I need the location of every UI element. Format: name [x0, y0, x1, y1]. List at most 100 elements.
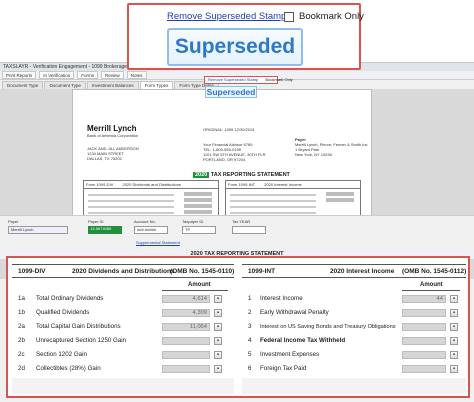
int-row-detail-button[interactable]: ▪: [450, 337, 458, 345]
int-row-label: Federal Income Tax Withheld: [260, 337, 346, 344]
zoom-callout-forms: 1099-DIV 2020 Dividends and Distribution…: [6, 256, 470, 398]
div-row-detail-button[interactable]: ▪: [214, 295, 222, 303]
notes-button[interactable]: Notes: [126, 71, 147, 79]
div-row-label: Qualified Dividends: [36, 309, 90, 316]
int-row-amount[interactable]: [402, 323, 446, 331]
int-row-label: Foreign Tax Paid: [260, 365, 307, 372]
int-row-amount[interactable]: [402, 365, 446, 373]
year-badge: 2020: [193, 172, 210, 178]
div-more-rows: [12, 378, 234, 394]
tab-investment-balances[interactable]: Investment Balances: [86, 81, 139, 89]
div-row-amount[interactable]: [162, 351, 210, 359]
review-button[interactable]: Review: [101, 71, 124, 79]
div-amount-label: Amount: [188, 282, 211, 288]
original-line: ORIGINAL: 1099 12/30/2019: [203, 127, 255, 132]
div-row: 2a Total Capital Gain Distributions 11,0…: [12, 322, 234, 332]
int-row-num: 2: [248, 309, 252, 316]
int-row-detail-button[interactable]: ▪: [450, 365, 458, 373]
div-row: 1b Qualified Dividends 4,309 ▪: [12, 308, 234, 318]
int-row: 2 Early Withdrawal Penalty ▪: [242, 308, 466, 318]
div-row: 1a Total Ordinary Dividends 4,614 ▪: [12, 294, 234, 304]
div-row: 2b Unrecaptured Section 1250 Gain ▪: [12, 336, 234, 346]
print-reports-button[interactable]: Print Reports: [2, 71, 37, 79]
superseded-stamp: Superseded: [167, 28, 303, 66]
payer-id-input[interactable]: 13-5674085: [88, 226, 122, 234]
int-row-num: 6: [248, 365, 252, 372]
div-row-label: Total Capital Gain Distributions: [36, 323, 121, 330]
int-amount-label: Amount: [420, 282, 443, 288]
int-row-amount[interactable]: 44: [402, 295, 446, 303]
div-row-detail-button[interactable]: ▪: [214, 323, 222, 331]
div-row-label: Collectibles (28%) Gain: [36, 365, 101, 372]
int-summary-form: Form 1099-INT: [228, 182, 256, 187]
div-row-detail-button[interactable]: ▪: [214, 351, 222, 359]
int-row-detail-button[interactable]: ▪: [450, 295, 458, 303]
div-row-label: Section 1202 Gain: [36, 351, 87, 358]
int-header: 1099-INT 2020 Interest Income (OMB No. 1…: [242, 264, 466, 278]
div-row-num: 1a: [18, 295, 25, 302]
payer-line: New York, NY 10036: [295, 152, 332, 157]
statement-heading: 2020 TAX REPORTING STATEMENT: [193, 172, 290, 178]
forms-button[interactable]: Forms: [77, 71, 99, 79]
tab-form-types[interactable]: Form Types: [139, 81, 174, 89]
int-omb: (OMB No. 1545-0112): [402, 267, 467, 275]
div-row-amount[interactable]: [162, 365, 210, 373]
supplemental-link[interactable]: Supplemental Statement: [136, 240, 180, 245]
div-row-num: 2a: [18, 323, 25, 330]
div-row-detail-button[interactable]: ▪: [214, 309, 222, 317]
int-row-detail-button[interactable]: ▪: [450, 351, 458, 359]
int-row-label: Interest Income: [260, 295, 303, 302]
tax-year-input[interactable]: [232, 226, 266, 234]
recipient-addr2: DALLAS, TX 75202: [87, 156, 122, 161]
int-title: 2020 Interest Income: [330, 267, 395, 275]
int-row-num: 3: [248, 323, 252, 330]
int-row-num: 1: [248, 295, 252, 302]
mini-toolbar: Remove Superseded Stamp Bookmark Only: [204, 76, 293, 84]
div-summary-form: Form 1099-DIV: [86, 182, 114, 187]
mini-remove-link[interactable]: Remove Superseded Stamp: [208, 77, 258, 82]
int-form-label: 1099-INT: [248, 267, 276, 275]
int-row: 6 Foreign Tax Paid ▪: [242, 364, 466, 374]
int-row: 4 Federal Income Tax Withheld ▪: [242, 336, 466, 346]
advisor-line: PORTLAND, OR 97204: [203, 157, 246, 162]
in-verification-button[interactable]: In Verification: [39, 71, 75, 79]
div-row-amount[interactable]: 4,309: [162, 309, 210, 317]
div-row-num: 2b: [18, 337, 25, 344]
div-summary-title: 2020 Dividends and Distributions: [122, 182, 181, 187]
div-row-detail-button[interactable]: ▪: [214, 337, 222, 345]
payer-dropdown[interactable]: Merrill Lynch: [8, 226, 68, 234]
int-row-label: Investment Expenses: [260, 351, 320, 358]
div-row-amount[interactable]: 11,064: [162, 323, 210, 331]
div-row-label: Total Ordinary Dividends: [36, 295, 104, 302]
div-row-num: 1b: [18, 309, 25, 316]
taxpayer-label: Taxpayer ID: [182, 219, 204, 224]
account-input[interactable]: ###-#####: [134, 226, 168, 234]
div-row-num: 2d: [18, 365, 25, 372]
int-row-num: 4: [248, 337, 252, 344]
div-panel: 1099-DIV 2020 Dividends and Distribution…: [12, 264, 234, 394]
int-row: 1 Interest Income 44 ▪: [242, 294, 466, 304]
bookmark-only-checkbox[interactable]: [284, 12, 294, 22]
int-row-amount[interactable]: [402, 337, 446, 345]
mini-superseded-stamp: Superseded: [205, 86, 257, 98]
div-row-amount[interactable]: 4,614: [162, 295, 210, 303]
int-more-rows: [242, 378, 466, 394]
div-form-label: 1099-DIV: [18, 267, 46, 275]
int-row-detail-button[interactable]: ▪: [450, 323, 458, 331]
int-row-num: 5: [248, 351, 252, 358]
int-row-amount[interactable]: [402, 309, 446, 317]
account-label: Account No.: [134, 219, 156, 224]
taxpayer-input[interactable]: TP: [182, 226, 216, 234]
tab-document-type[interactable]: Document Type: [2, 81, 44, 89]
int-row: 3 Interest on US Saving Bonds and Treasu…: [242, 322, 466, 332]
div-row-detail-button[interactable]: ▪: [214, 365, 222, 373]
tab-document-type-2[interactable]: Document Type: [44, 81, 86, 89]
payer-field-label: Payer: [8, 219, 19, 224]
div-omb: (OMB No. 1545-0110): [170, 267, 235, 275]
int-row-detail-button[interactable]: ▪: [450, 309, 458, 317]
int-row-amount[interactable]: [402, 351, 446, 359]
div-row-amount[interactable]: [162, 337, 210, 345]
remove-superseded-link[interactable]: Remove Superseded Stamp: [167, 11, 286, 22]
mini-bookmark-label: Bookmark Only: [265, 77, 293, 82]
div-row: 2d Collectibles (28%) Gain ▪: [12, 364, 234, 374]
